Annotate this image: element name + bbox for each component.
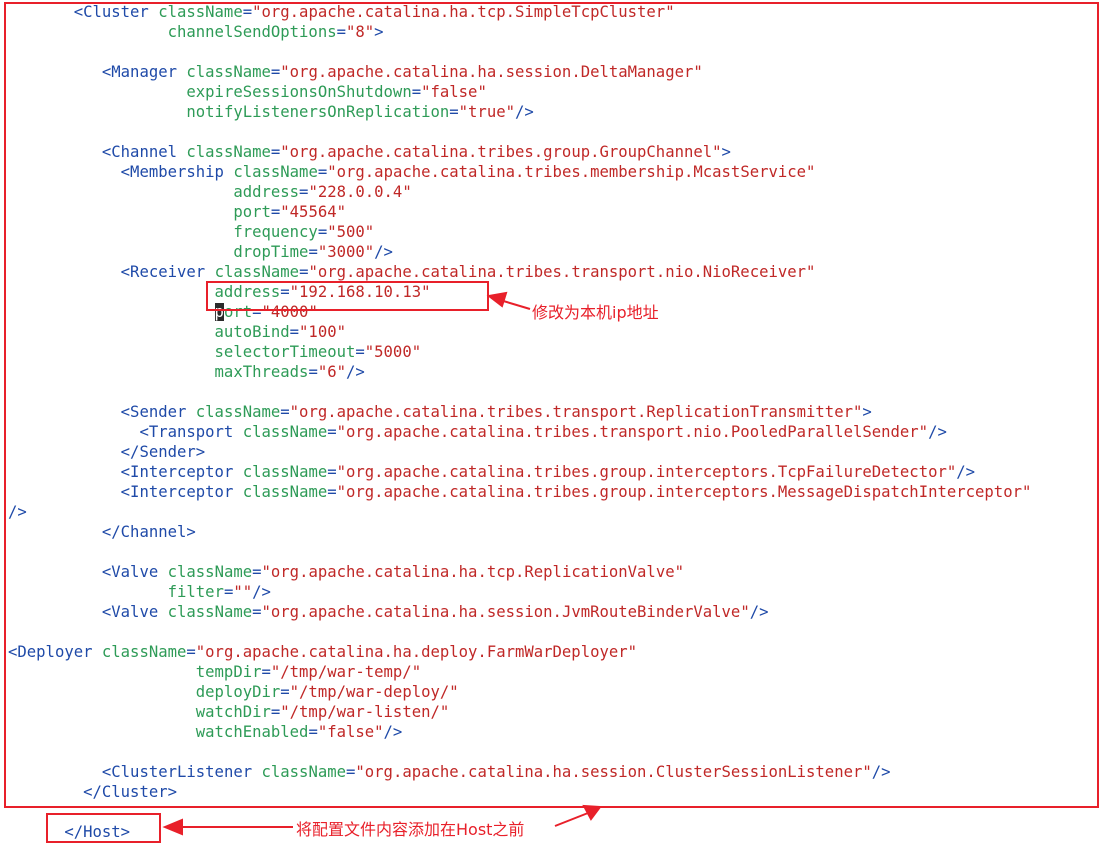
host-annotation-text: 将配置文件内容添加在Host之前 [296,820,525,839]
cluster-highlight-box [4,2,1099,808]
receiver-annotation-text: 修改为本机ip地址 [532,303,659,322]
host-highlight-box [46,813,161,843]
receiver-address-highlight-box [206,281,489,311]
